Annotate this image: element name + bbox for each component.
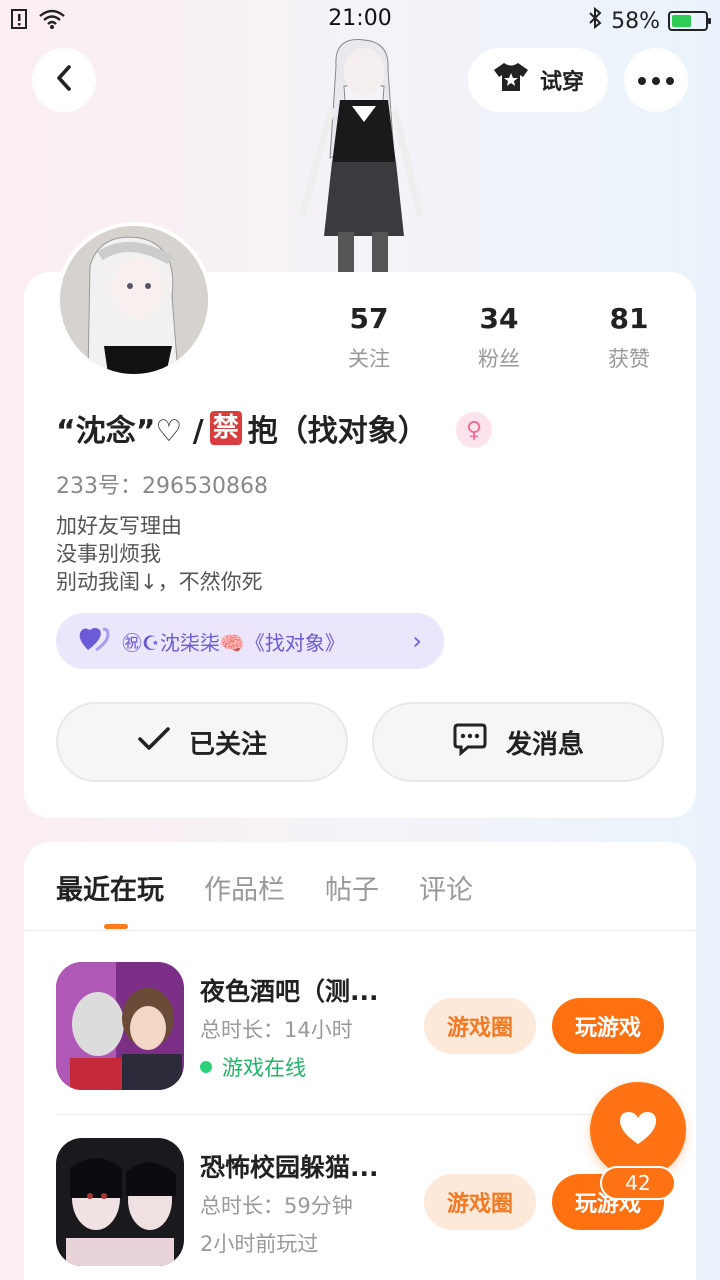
chat-bubble-icon (452, 722, 488, 763)
stat-label: 获赞 (608, 347, 650, 371)
game-title: 夜色酒吧（测... (200, 977, 379, 1006)
battery-icon (668, 11, 711, 31)
active-tab-indicator (104, 924, 128, 929)
games-card: 最近在玩 作品栏 帖子 评论 夜色酒吧（测... 总时长：14小时 游戏在线 游… (24, 842, 696, 1280)
heart-icon (618, 1110, 658, 1150)
more-dots-icon (636, 71, 676, 90)
online-dot-icon (200, 1061, 212, 1073)
game-icon (56, 1138, 184, 1266)
stat-likes[interactable]: 81 获赞 (564, 302, 694, 373)
back-button[interactable] (32, 48, 96, 112)
game-row[interactable]: 恐怖校园躲猫... 总时长：59分钟 2小时前玩过 游戏圈 玩游戏 (56, 1138, 666, 1268)
stat-label: 关注 (348, 347, 390, 371)
chevron-right-icon: › (412, 627, 422, 655)
stat-followers[interactable]: 34 粉丝 (434, 302, 564, 373)
game-duration: 总时长：59分钟 (200, 1194, 353, 1218)
followed-button[interactable]: 已关注 (56, 702, 348, 782)
stats-row: 57 关注 34 粉丝 81 获赞 (304, 302, 694, 373)
bio-line: 没事别烦我 (56, 542, 161, 566)
game-title: 恐怖校园躲猫... (200, 1153, 379, 1182)
nickname: “沈念”♡ / 禁 抱（找对象） (56, 406, 428, 450)
tab-comments[interactable]: 评论 (419, 868, 473, 907)
tshirt-icon (492, 61, 530, 99)
nickname-suffix: 抱（找对象） (247, 414, 428, 449)
ban-emoji: 禁 (209, 411, 242, 445)
send-message-label: 发消息 (505, 729, 584, 760)
try-on-label: 试穿 (539, 70, 584, 95)
followed-label: 已关注 (188, 729, 267, 760)
tab-posts[interactable]: 帖子 (325, 868, 379, 907)
game-row[interactable]: 夜色酒吧（测... 总时长：14小时 游戏在线 游戏圈 玩游戏 (56, 962, 666, 1092)
gender-female-icon: ♀ (456, 412, 492, 448)
game-circle-button[interactable]: 游戏圈 (424, 998, 536, 1054)
game-status: 2小时前玩过 (200, 1228, 318, 1258)
send-message-button[interactable]: 发消息 (372, 702, 664, 782)
game-duration: 总时长：14小时 (200, 1018, 353, 1042)
group-label: ㊗☪沈柒柒🧠《找对象》 (122, 630, 345, 655)
status-bar: 21:00 58% (0, 0, 720, 40)
chevron-left-icon (53, 63, 75, 97)
tab-bar: 最近在玩 作品栏 帖子 评论 (56, 868, 473, 907)
like-button[interactable] (590, 1082, 686, 1178)
battery-percent: 58% (611, 8, 660, 34)
bio-line: 别动我闺↓，不然你死 (56, 570, 263, 594)
divider (56, 1114, 666, 1115)
stat-number: 57 (349, 302, 389, 335)
bio: 加好友写理由 没事别烦我 别动我闺↓，不然你死 (56, 512, 263, 596)
try-on-button[interactable]: 试穿 (468, 48, 608, 112)
heart-icon (78, 626, 112, 657)
game-status-label: 游戏在线 (222, 1056, 306, 1080)
play-game-button[interactable]: 玩游戏 (552, 998, 664, 1054)
game-circle-button[interactable]: 游戏圈 (424, 1174, 536, 1230)
tab-works[interactable]: 作品栏 (204, 868, 285, 907)
like-count-badge: 42 (600, 1166, 676, 1200)
divider (24, 930, 696, 931)
bluetooth-icon (587, 6, 603, 36)
stat-label: 粉丝 (478, 347, 520, 371)
more-options-button[interactable] (624, 48, 688, 112)
game-status-label: 2小时前玩过 (200, 1232, 319, 1256)
avatar[interactable] (56, 222, 212, 378)
stat-following[interactable]: 57 关注 (304, 302, 434, 373)
game-icon (56, 962, 184, 1090)
stat-number: 81 (609, 302, 649, 335)
game-status: 游戏在线 (200, 1052, 306, 1082)
nickname-prefix: “沈念”♡ / (56, 414, 204, 449)
group-link[interactable]: ㊗☪沈柒柒🧠《找对象》 › (56, 613, 444, 669)
avatar-character-image (292, 36, 426, 276)
bio-line: 加好友写理由 (56, 514, 182, 538)
stat-number: 34 (479, 302, 519, 335)
check-icon (137, 726, 171, 759)
user-id[interactable]: 233号：296530868 (56, 468, 268, 500)
tab-recently-played[interactable]: 最近在玩 (56, 868, 164, 907)
